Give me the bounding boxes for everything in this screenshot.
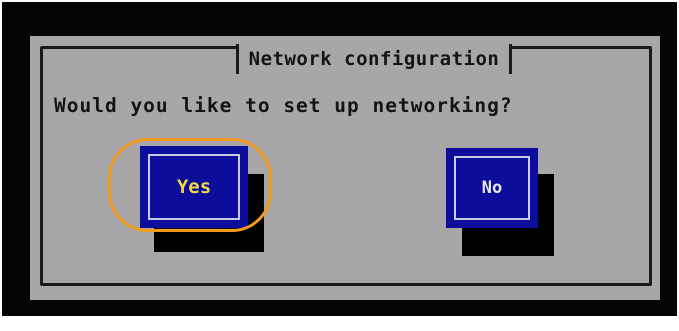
dialog-title: Network configuration [235, 44, 513, 74]
screen: Network configuration Would you like to … [0, 0, 679, 331]
focus-highlight-ring [108, 138, 272, 232]
dialog-question: Would you like to set up networking? [54, 94, 513, 117]
dialog-title-bar: Network configuration [43, 44, 649, 74]
no-button-label: No [454, 156, 530, 220]
network-dialog: Network configuration Would you like to … [30, 36, 660, 300]
no-button[interactable]: No [446, 148, 538, 228]
